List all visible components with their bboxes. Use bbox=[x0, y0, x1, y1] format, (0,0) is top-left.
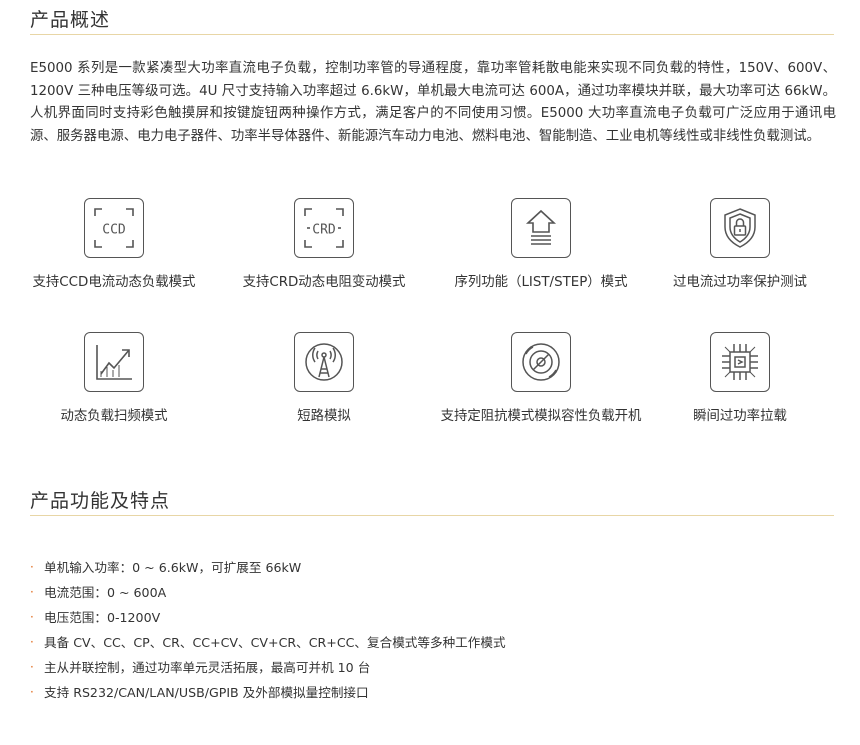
bullet-icon: · bbox=[30, 635, 34, 649]
feature-overpower: 瞬间过功率拉载 bbox=[630, 332, 850, 424]
sweep-chart-icon bbox=[84, 332, 144, 392]
specs-list: · 单机输入功率：0 ~ 6.6kW，可扩展至 66kW · 电流范围：0 ~ 60… bbox=[30, 555, 506, 705]
ccd-icon-text: CCD bbox=[102, 223, 126, 238]
bullet-icon: · bbox=[30, 660, 34, 674]
disc-icon bbox=[511, 332, 571, 392]
spec-text: 电压范围：0-1200V bbox=[44, 610, 161, 625]
feature-label-capacitive: 支持定阻抗模式模拟容性负载开机 bbox=[440, 409, 642, 424]
feature-label-list-step: 序列功能（LIST/STEP）模式 bbox=[454, 275, 628, 290]
feature-list-step: 序列功能（LIST/STEP）模式 bbox=[431, 198, 651, 290]
overview-divider bbox=[30, 34, 834, 35]
spec-text: 主从并联控制，通过功率单元灵活拓展，最高可并机 10 台 bbox=[44, 660, 371, 675]
bullet-icon: · bbox=[30, 560, 34, 574]
shield-lock-icon bbox=[710, 198, 770, 258]
spec-text: 电流范围：0 ~ 600A bbox=[44, 585, 167, 600]
ccd-icon: CCD bbox=[84, 198, 144, 258]
crd-icon: CRD bbox=[294, 198, 354, 258]
bullet-icon: · bbox=[30, 685, 34, 699]
feature-label-crd: 支持CRD动态电阻变动模式 bbox=[242, 275, 406, 290]
spec-item-interfaces: · 支持 RS232/CAN/LAN/USB/GPIB 及外部模拟量控制接口 bbox=[30, 680, 506, 705]
specs-title: 产品功能及特点 bbox=[30, 490, 171, 512]
feature-ccd: CCD 支持CCD电流动态负载模式 bbox=[4, 198, 224, 290]
spec-text: 具备 CV、CC、CP、CR、CC+CV、CV+CR、CR+CC、复合模式等多种… bbox=[44, 635, 506, 650]
spec-text: 单机输入功率：0 ~ 6.6kW，可扩展至 66kW bbox=[44, 560, 302, 575]
feature-crd: CRD 支持CRD动态电阻变动模式 bbox=[214, 198, 434, 290]
page: 产品概述 E5000 系列是一款紧凑型大功率直流电子负载，控制功率管的导通程度，… bbox=[0, 0, 860, 745]
overview-title: 产品概述 bbox=[30, 9, 111, 31]
spec-item-power: · 单机输入功率：0 ~ 6.6kW，可扩展至 66kW bbox=[30, 555, 506, 580]
spec-item-modes: · 具备 CV、CC、CP、CR、CC+CV、CV+CR、CR+CC、复合模式等多… bbox=[30, 630, 506, 655]
spec-item-voltage: · 电压范围：0-1200V bbox=[30, 605, 506, 630]
feature-capacitive: 支持定阻抗模式模拟容性负载开机 bbox=[431, 332, 651, 424]
spec-item-parallel: · 主从并联控制，通过功率单元灵活拓展，最高可并机 10 台 bbox=[30, 655, 506, 680]
feature-label-overpower: 瞬间过功率拉载 bbox=[693, 409, 787, 424]
crd-icon-text: CRD bbox=[312, 223, 336, 238]
feature-label-short-circuit: 短路模拟 bbox=[297, 409, 351, 424]
feature-label-protection: 过电流过功率保护测试 bbox=[673, 275, 807, 290]
feature-sweep: 动态负载扫频模式 bbox=[4, 332, 224, 424]
bullet-icon: · bbox=[30, 610, 34, 624]
chip-icon bbox=[710, 332, 770, 392]
spec-text: 支持 RS232/CAN/LAN/USB/GPIB 及外部模拟量控制接口 bbox=[44, 685, 369, 700]
feature-label-ccd: 支持CCD电流动态负载模式 bbox=[32, 275, 196, 290]
feature-label-sweep: 动态负载扫频模式 bbox=[60, 409, 168, 424]
feature-short-circuit: 短路模拟 bbox=[214, 332, 434, 424]
list-step-icon bbox=[511, 198, 571, 258]
spec-item-current: · 电流范围：0 ~ 600A bbox=[30, 580, 506, 605]
overview-paragraph: E5000 系列是一款紧凑型大功率直流电子负载，控制功率管的导通程度，靠功率管耗… bbox=[30, 61, 836, 144]
bullet-icon: · bbox=[30, 585, 34, 599]
feature-protection: 过电流过功率保护测试 bbox=[630, 198, 850, 290]
specs-divider bbox=[30, 515, 834, 516]
tower-antenna-icon bbox=[294, 332, 354, 392]
